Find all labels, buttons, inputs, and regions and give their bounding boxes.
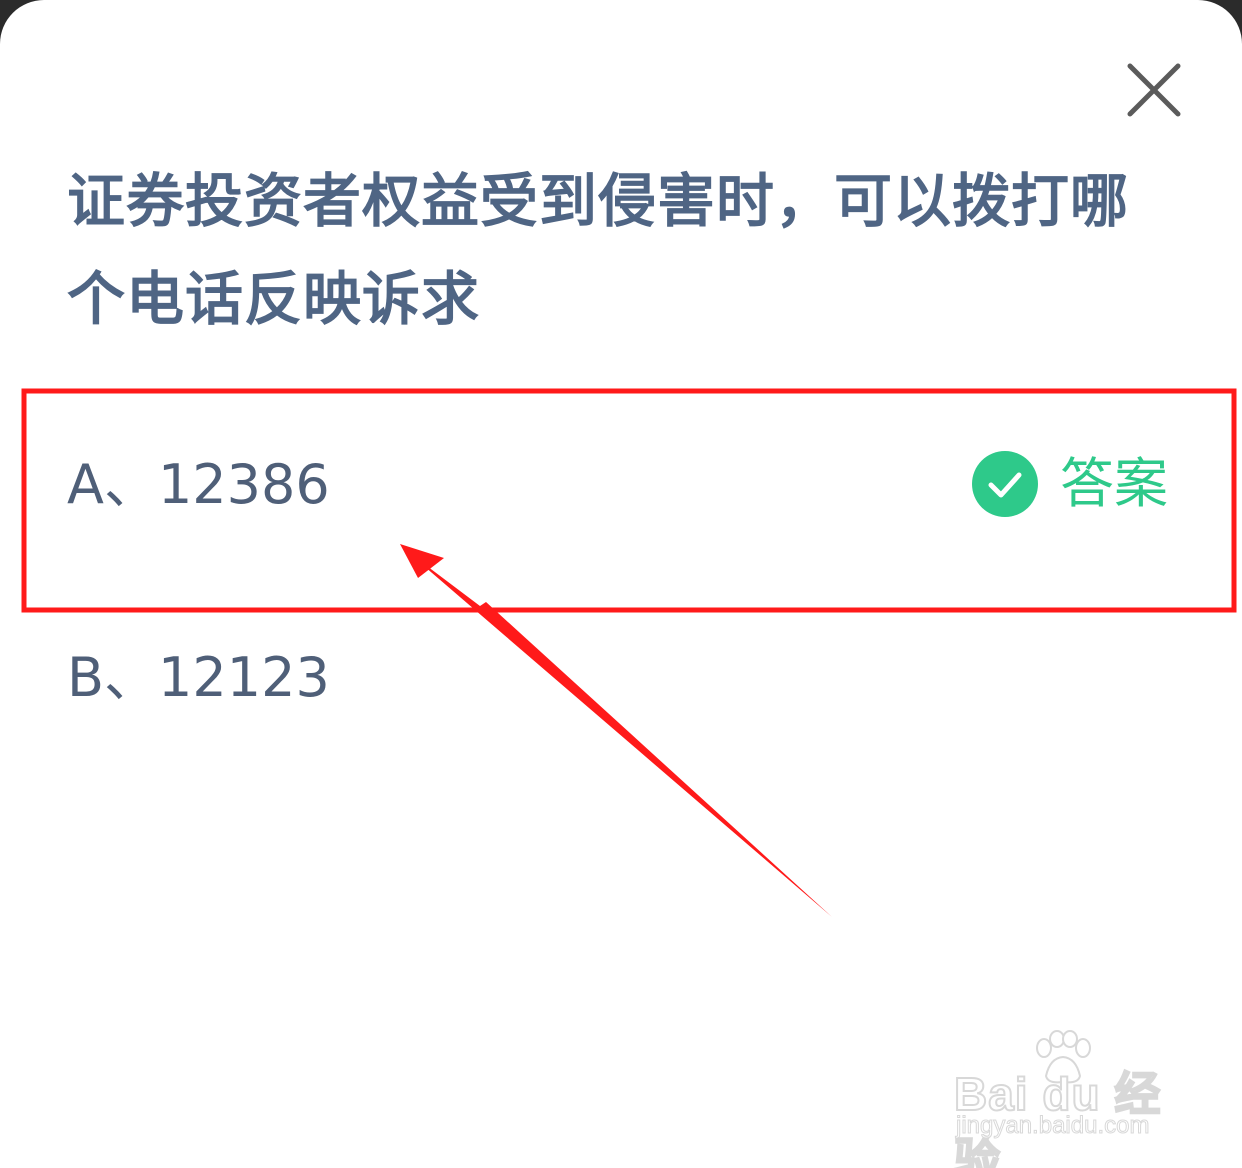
question-text: 证券投资者权益受到侵害时，可以拨打哪个电话反映诉求 [67, 167, 1130, 333]
check-circle-icon [972, 451, 1038, 517]
arrow-head [400, 544, 444, 578]
close-icon [1127, 63, 1181, 117]
quiz-sheet: 证券投资者权益受到侵害时，可以拨打哪个电话反映诉求 A、12386 答案 B、1… [0, 0, 1242, 1168]
answer-tag: 答案 [972, 450, 1168, 518]
watermark-url: jingyan.baidu.com [955, 1112, 1150, 1140]
close-button[interactable] [1124, 60, 1184, 120]
option-a[interactable]: A、12386 [67, 455, 330, 515]
watermark: Bai du 经验 jingyan.baidu.com [952, 1030, 1182, 1168]
annotation-arrow [403, 548, 832, 917]
option-b[interactable]: B、12123 [67, 648, 330, 708]
answer-label: 答案 [1060, 452, 1168, 515]
